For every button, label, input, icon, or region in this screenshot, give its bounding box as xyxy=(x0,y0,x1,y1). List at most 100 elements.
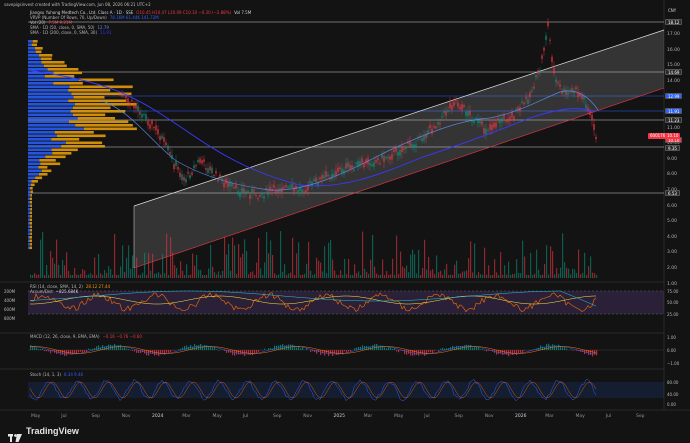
volume-bar xyxy=(144,252,146,278)
volume-bar xyxy=(466,270,468,278)
volume-bar xyxy=(220,275,222,278)
macd-bar xyxy=(392,348,394,350)
volume-bar xyxy=(510,275,512,278)
volume-bar xyxy=(290,272,292,278)
candle-body xyxy=(147,120,149,126)
macd-bar xyxy=(442,347,444,350)
candle-body xyxy=(291,183,293,188)
vrvp-down-bar xyxy=(29,222,32,225)
stoch-values: 8.34 9.46 xyxy=(63,372,84,377)
time-tick: Jul xyxy=(242,414,249,419)
volume-bar xyxy=(166,233,168,278)
macd-label[interactable]: MACD (12, 26, close, 9, EMA, EMA) xyxy=(30,334,100,339)
volume-bar xyxy=(532,274,534,278)
candle-body xyxy=(301,189,303,193)
candle-body xyxy=(173,164,175,170)
volume-bar xyxy=(314,274,316,278)
volume-bar xyxy=(202,275,204,278)
stoch-label[interactable]: Stoch (14, 1, 3) xyxy=(30,372,61,377)
vrvp-up-bar xyxy=(28,208,31,211)
macd-bar xyxy=(84,350,86,352)
time-tick: Sep xyxy=(454,414,463,419)
volume-bar xyxy=(468,258,470,278)
macd-bar xyxy=(40,348,42,350)
vrvp-down-bar xyxy=(73,96,105,99)
volume-bar xyxy=(92,275,94,278)
volume-bar xyxy=(44,275,46,278)
volume-bar xyxy=(90,273,92,278)
vrvp-up-bar xyxy=(28,169,42,173)
volume-bar xyxy=(574,269,576,278)
time-tick: Mar xyxy=(363,414,373,419)
macd-right-tick: −1.00 xyxy=(667,361,680,366)
price-tick: 9.00 xyxy=(667,156,678,162)
volume-bar xyxy=(478,272,480,278)
candle-body xyxy=(491,124,493,131)
vrvp-down-bar xyxy=(43,64,67,68)
vrvp-down-bar xyxy=(72,106,111,110)
volume-bar xyxy=(288,273,290,278)
candle-body xyxy=(511,111,513,118)
macd-bar xyxy=(88,348,90,350)
price-tick: 3.00 xyxy=(667,250,678,256)
vrvp-down-bar xyxy=(30,229,32,232)
main-price-chart[interactable] xyxy=(0,0,690,443)
time-tick: Nov xyxy=(303,414,313,419)
volume-bar xyxy=(590,256,592,278)
candle-body xyxy=(151,120,153,125)
chart-canvas[interactable]: savepigsinvest created with TradingView.… xyxy=(0,0,690,443)
volume-bar xyxy=(232,237,234,278)
candle-body xyxy=(289,185,291,188)
volume-bars xyxy=(30,231,598,278)
candle-body xyxy=(255,194,257,196)
candle-body xyxy=(591,114,593,120)
macd-bar xyxy=(496,350,498,355)
candle-body xyxy=(253,189,255,192)
macd-bar xyxy=(126,348,128,350)
macd-bar xyxy=(356,347,358,350)
volume-bar xyxy=(404,268,406,278)
candle-body xyxy=(527,99,529,104)
candle-body xyxy=(313,179,315,182)
volume-bar xyxy=(282,271,284,278)
candle-body xyxy=(441,116,443,118)
candle-body xyxy=(259,195,261,197)
volume-bar xyxy=(120,266,122,278)
tradingview-brand[interactable]: TradingView xyxy=(8,426,79,442)
accum-dist-label[interactable]: Accum/Dist xyxy=(30,289,53,294)
volume-bar xyxy=(156,273,158,278)
volume-bar xyxy=(94,257,96,278)
volume-bar xyxy=(170,237,172,278)
candle-body xyxy=(145,114,147,120)
volume-bar xyxy=(338,275,340,278)
candle-body xyxy=(159,136,161,140)
candle-body xyxy=(555,79,557,83)
macd-bar xyxy=(508,350,510,357)
volume-bar xyxy=(592,272,594,278)
candle-body xyxy=(337,167,339,172)
volume-bar xyxy=(488,265,490,278)
macd-bar xyxy=(164,350,166,355)
volume-bar xyxy=(148,253,150,278)
volume-bar xyxy=(506,274,508,278)
macd-bar xyxy=(570,349,572,350)
macd-bar xyxy=(116,345,118,350)
volume-bar xyxy=(332,259,334,278)
macd-bar xyxy=(330,350,332,354)
volume-bar xyxy=(518,273,520,278)
macd-bar xyxy=(566,348,568,350)
vrvp-up-bar xyxy=(28,173,39,176)
volume-bar xyxy=(150,270,152,278)
volume-bar xyxy=(322,271,324,278)
macd-bar xyxy=(510,350,512,355)
volume-bar xyxy=(172,252,174,278)
candle-body xyxy=(213,175,215,177)
volume-bar xyxy=(470,241,472,278)
candle-body xyxy=(413,144,415,149)
vrvp-up-bar xyxy=(28,131,55,134)
macd-bar xyxy=(72,350,74,355)
candle-body xyxy=(535,75,537,78)
macd-bar xyxy=(354,348,356,350)
volume-bar xyxy=(124,271,126,278)
price-tag: 18.12 xyxy=(665,19,683,25)
